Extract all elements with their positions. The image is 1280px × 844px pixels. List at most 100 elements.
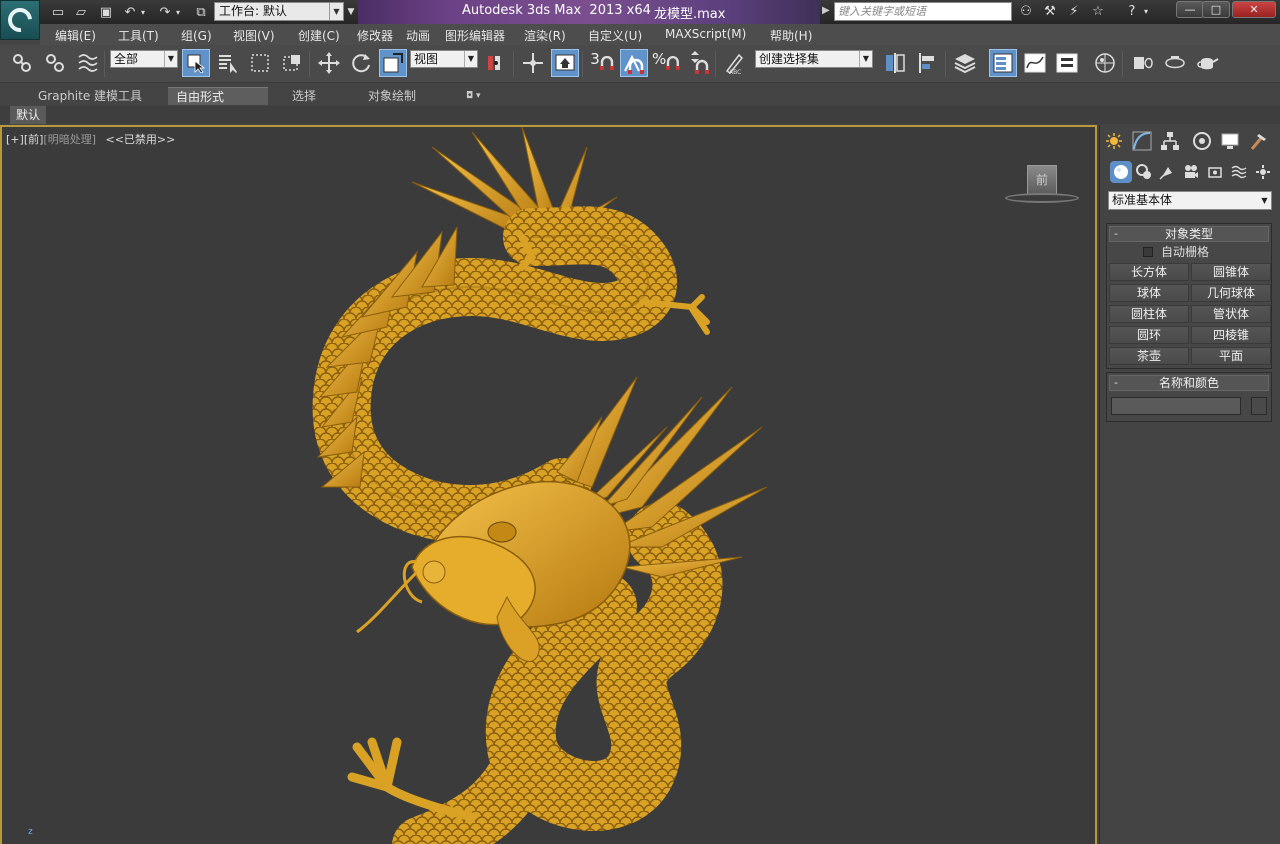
menu-edit[interactable]: 编辑(E) <box>55 27 96 44</box>
space-warps-icon[interactable] <box>1228 161 1250 183</box>
subscription-center-icon[interactable]: ⚒ <box>1040 3 1060 21</box>
rectangular-selection-region-icon[interactable] <box>246 49 274 77</box>
helpers-icon[interactable] <box>1204 161 1226 183</box>
workspace-dropdown[interactable]: 工作台: 默认 ▼ <box>214 2 344 21</box>
menu-create[interactable]: 创建(C) <box>298 27 340 44</box>
application-menu-button[interactable] <box>0 0 40 40</box>
named-selection-sets-dropdown[interactable]: 创建选择集 ▼ <box>755 50 873 68</box>
cameras-icon[interactable] <box>1180 161 1202 183</box>
autogrid-checkbox-row[interactable]: 自动栅格 <box>1143 244 1271 260</box>
select-and-move-icon[interactable] <box>315 49 343 77</box>
create-plane-button[interactable]: 平面 <box>1191 347 1271 365</box>
angle-snap-toggle-icon[interactable] <box>620 49 648 77</box>
select-and-scale-icon[interactable] <box>379 49 407 77</box>
search-expand-icon[interactable]: ▶ <box>822 5 830 16</box>
menu-help[interactable]: 帮助(H) <box>770 27 812 44</box>
menu-animation[interactable]: 动画 <box>406 27 430 44</box>
bind-to-space-warp-icon[interactable] <box>74 49 102 77</box>
menu-rendering[interactable]: 渲染(R) <box>524 27 566 44</box>
create-sphere-button[interactable]: 球体 <box>1109 284 1189 302</box>
select-and-manipulate-icon[interactable] <box>519 49 547 77</box>
render-production-teapot-icon[interactable] <box>1194 49 1222 77</box>
schematic-view-icon[interactable] <box>1053 49 1081 77</box>
menu-group[interactable]: 组(G) <box>181 27 212 44</box>
tab-freeform[interactable]: 自由形式 <box>168 87 268 105</box>
create-box-button[interactable]: 长方体 <box>1109 263 1189 281</box>
create-tab-sun-icon[interactable] <box>1102 129 1126 153</box>
dragon-model[interactable] <box>2 127 1095 844</box>
unlink-selection-icon[interactable] <box>41 49 69 77</box>
object-color-swatch[interactable] <box>1251 397 1267 415</box>
menu-tools[interactable]: 工具(T) <box>118 27 159 44</box>
name-and-color-rollout-header[interactable]: - 名称和颜色 <box>1109 375 1269 391</box>
tab-selection[interactable]: 选择 <box>284 87 324 105</box>
modify-tab-curve-icon[interactable] <box>1130 129 1154 153</box>
spinner-snap-toggle-icon[interactable] <box>684 49 712 77</box>
scene-explorer-icon[interactable] <box>989 49 1017 77</box>
percent-snap-toggle-icon[interactable]: % <box>652 49 680 77</box>
keyboard-shortcut-override-icon[interactable] <box>551 49 579 77</box>
hierarchy-tab-icon[interactable] <box>1158 129 1182 153</box>
front-viewport[interactable]: [+][前][明暗处理] <<已禁用>> 前 z <box>0 125 1097 844</box>
window-crossing-icon[interactable] <box>278 49 306 77</box>
close-button[interactable]: ✕ <box>1232 1 1276 18</box>
create-geosphere-button[interactable]: 几何球体 <box>1191 284 1271 302</box>
select-object-icon[interactable] <box>182 49 210 77</box>
minimize-button[interactable]: — <box>1176 1 1204 18</box>
select-and-link-icon[interactable] <box>8 49 36 77</box>
selection-filter-dropdown[interactable]: 全部 ▼ <box>110 50 178 68</box>
tab-object-paint[interactable]: 对象绘制 <box>360 87 424 105</box>
geometry-sphere-icon[interactable] <box>1110 161 1132 183</box>
create-pyramid-button[interactable]: 四棱锥 <box>1191 326 1271 344</box>
open-file-icon[interactable]: ▱ <box>71 3 91 21</box>
quick-access-menu-icon[interactable]: ▼ <box>345 3 357 21</box>
edit-named-selection-sets-icon[interactable]: ABC <box>721 49 749 77</box>
manage-layers-icon[interactable] <box>951 49 979 77</box>
motion-tab-icon[interactable] <box>1190 129 1214 153</box>
menu-customize[interactable]: 自定义(U) <box>588 27 642 44</box>
lights-icon[interactable] <box>1156 161 1178 183</box>
menu-maxscript[interactable]: MAXScript(M) <box>665 27 746 41</box>
communication-center-icon[interactable]: ⚡ <box>1064 3 1084 21</box>
render-setup-icon[interactable] <box>1128 49 1156 77</box>
help-dropdown-icon[interactable]: ▾ <box>1140 3 1152 21</box>
save-file-icon[interactable]: ▣ <box>96 3 116 21</box>
systems-icon[interactable] <box>1252 161 1274 183</box>
maximize-button[interactable]: □ <box>1202 1 1230 18</box>
align-icon[interactable] <box>914 49 942 77</box>
shapes-icon[interactable] <box>1133 161 1155 183</box>
rendered-frame-window-icon[interactable] <box>1161 49 1189 77</box>
autogrid-checkbox[interactable] <box>1143 247 1153 257</box>
display-tab-monitor-icon[interactable] <box>1218 129 1242 153</box>
viewcube-compass-ring[interactable] <box>1005 193 1079 203</box>
select-by-name-icon[interactable] <box>214 49 242 77</box>
object-type-rollout-header[interactable]: - 对象类型 <box>1109 226 1269 242</box>
create-tube-button[interactable]: 管状体 <box>1191 305 1271 323</box>
snaps-toggle-icon[interactable]: 3 <box>588 49 616 77</box>
new-file-icon[interactable]: ▭ <box>48 3 68 21</box>
binoculars-icon[interactable]: ⚇ <box>1016 3 1036 21</box>
redo-dropdown-icon[interactable]: ▾ <box>172 3 184 21</box>
project-folder-icon[interactable]: ⧉ <box>191 3 211 21</box>
create-torus-button[interactable]: 圆环 <box>1109 326 1189 344</box>
use-pivot-point-center-icon[interactable] <box>482 49 510 77</box>
object-name-field[interactable] <box>1111 397 1241 415</box>
menu-modifiers[interactable]: 修改器 <box>357 27 393 44</box>
menu-graph-editors[interactable]: 图形编辑器 <box>445 27 505 44</box>
primitive-category-dropdown[interactable]: 标准基本体 ▼ <box>1108 191 1272 210</box>
select-and-rotate-icon[interactable] <box>347 49 375 77</box>
search-input[interactable]: 键入关键字或短语 <box>834 2 1012 21</box>
tab-graphite-modeling[interactable]: Graphite 建模工具 <box>30 87 150 105</box>
material-editor-icon[interactable] <box>1091 49 1119 77</box>
curve-editor-icon[interactable] <box>1021 49 1049 77</box>
viewcube-front-face[interactable]: 前 <box>1027 165 1057 195</box>
menu-views[interactable]: 视图(V) <box>233 27 275 44</box>
create-cone-button[interactable]: 圆锥体 <box>1191 263 1271 281</box>
create-cylinder-button[interactable]: 圆柱体 <box>1109 305 1189 323</box>
viewcube[interactable]: 前 <box>1005 163 1079 205</box>
help-icon[interactable]: ? <box>1122 3 1142 21</box>
reference-coordinate-dropdown[interactable]: 视图 ▼ <box>410 50 478 68</box>
ribbon-options-icon[interactable]: ◘ ▾ <box>458 87 489 105</box>
ribbon-panel-label[interactable]: 默认 <box>10 106 47 124</box>
mirror-icon[interactable] <box>881 49 909 77</box>
